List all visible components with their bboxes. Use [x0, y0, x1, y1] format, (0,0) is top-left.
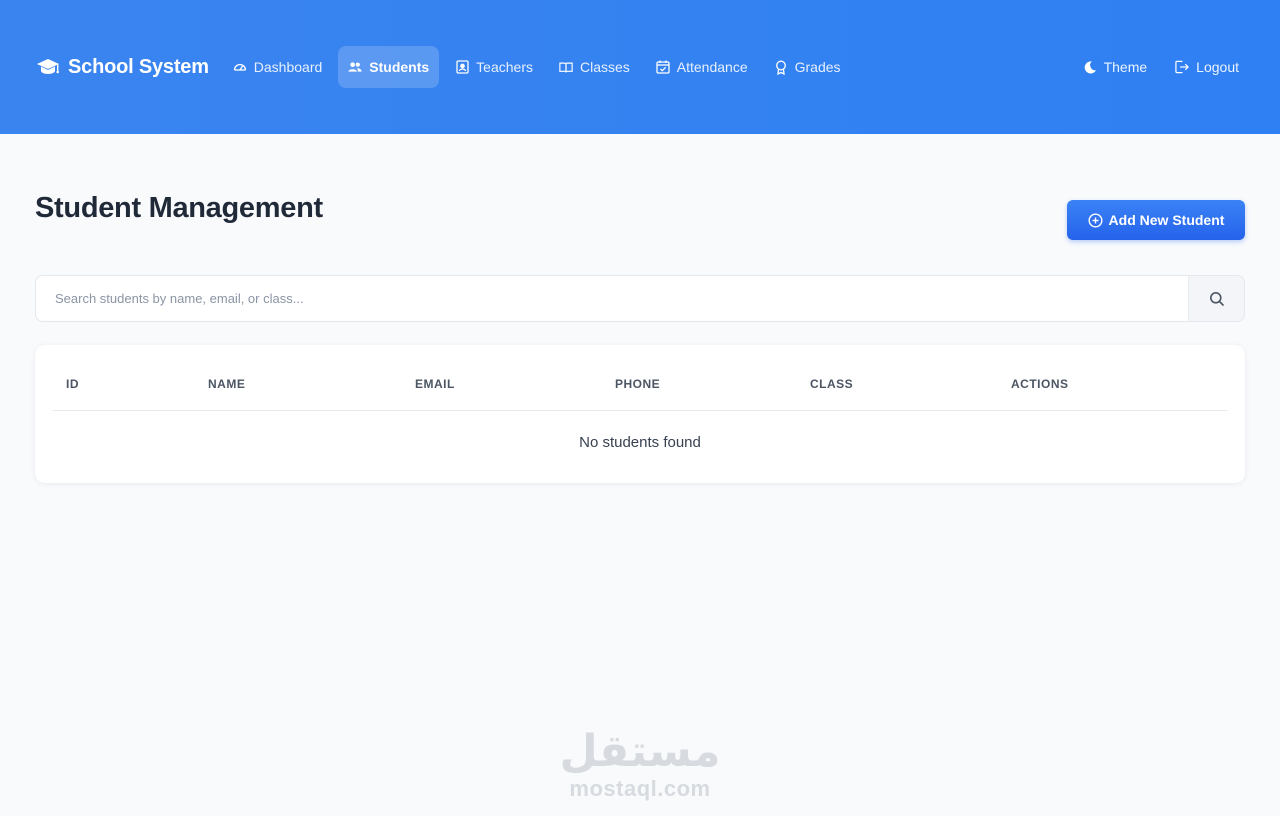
brand[interactable]: School System: [36, 56, 209, 79]
book-icon: [559, 60, 573, 74]
person-badge-icon: [455, 60, 469, 74]
people-icon: [348, 60, 362, 74]
search-icon: [1209, 291, 1225, 307]
nav-item-students[interactable]: Students: [338, 46, 440, 88]
brand-name: School System: [68, 55, 209, 78]
nav-item-attendance[interactable]: Attendance: [646, 46, 758, 88]
column-header-email[interactable]: EMAIL: [415, 377, 455, 391]
moon-icon: [1083, 60, 1097, 74]
nav-label-attendance: Attendance: [676, 59, 748, 75]
column-header-id[interactable]: ID: [66, 377, 79, 391]
add-student-label: Add New Student: [1108, 212, 1225, 228]
nav-label-students: Students: [369, 59, 430, 75]
search-input[interactable]: [36, 276, 1188, 321]
students-table: ID NAME EMAIL PHONE CLASS ACTIONS No stu…: [35, 345, 1245, 483]
calendar-check-icon: [656, 60, 670, 74]
nav-item-dashboard[interactable]: Dashboard: [223, 46, 333, 88]
watermark-arabic: مستقل: [559, 726, 721, 777]
table-header: ID NAME EMAIL PHONE CLASS ACTIONS: [52, 345, 1228, 411]
logout-label: Logout: [1196, 59, 1239, 75]
watermark: مستقل mostaql.com: [540, 728, 740, 802]
top-navbar: School System Dashboard Students Teacher…: [0, 0, 1280, 134]
nav-label-dashboard: Dashboard: [253, 59, 323, 75]
search-bar: [35, 275, 1245, 322]
theme-label: Theme: [1103, 59, 1148, 75]
nav-label-grades: Grades: [794, 59, 841, 75]
logout-icon: [1175, 60, 1190, 74]
nav-label-classes: Classes: [579, 59, 630, 75]
theme-toggle-button[interactable]: Theme: [1083, 46, 1148, 88]
nav-menu: Dashboard Students Teachers Classes Atte…: [223, 46, 851, 88]
nav-right-actions: Theme Logout: [1083, 46, 1239, 88]
nav-item-classes[interactable]: Classes: [549, 46, 640, 88]
search-button[interactable]: [1188, 276, 1244, 321]
award-icon: [774, 60, 788, 75]
page-title: Student Management: [35, 192, 323, 224]
graduation-cap-icon: [36, 57, 60, 77]
column-header-actions: ACTIONS: [1011, 377, 1069, 391]
nav-item-grades[interactable]: Grades: [764, 46, 851, 88]
speedometer-icon: [233, 60, 247, 74]
empty-state-message: No students found: [579, 434, 701, 451]
column-header-class[interactable]: CLASS: [810, 377, 853, 391]
column-header-phone[interactable]: PHONE: [615, 377, 660, 391]
add-student-button[interactable]: Add New Student: [1067, 200, 1245, 240]
logout-button[interactable]: Logout: [1175, 46, 1239, 88]
nav-item-teachers[interactable]: Teachers: [445, 46, 543, 88]
app-root: School System Dashboard Students Teacher…: [0, 0, 1280, 816]
nav-label-teachers: Teachers: [476, 59, 533, 75]
watermark-latin: mostaql.com: [569, 776, 711, 801]
plus-circle-icon: [1088, 212, 1103, 228]
column-header-name[interactable]: NAME: [208, 377, 245, 391]
